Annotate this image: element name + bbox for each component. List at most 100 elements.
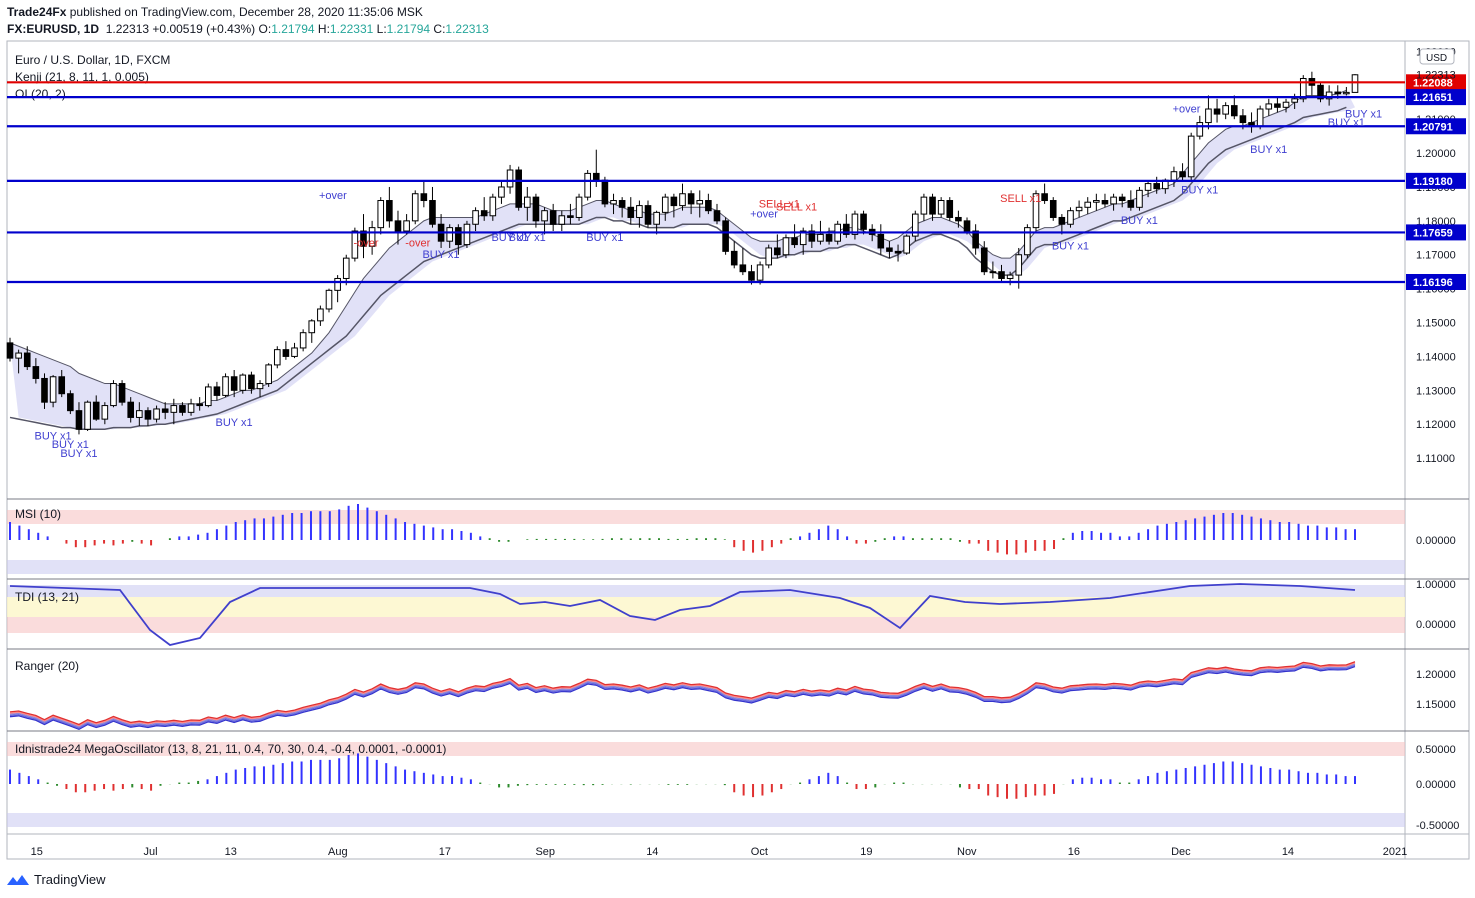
candle-body [506,169,514,188]
signal-label: BUY x1 [1052,241,1089,253]
candle-body [774,247,781,256]
candle-body [472,210,479,225]
candle-body [480,210,488,217]
candle-body [1343,91,1350,95]
candle-body [1101,200,1109,205]
signal-label: -over [353,237,378,249]
level-label: 1.21651 [1413,92,1453,104]
last-price-tick: 1.22313 [1416,70,1456,82]
candle-body [558,215,566,225]
candle-body [377,200,385,229]
candle-body [1118,196,1126,202]
signal-label: +over [1173,103,1201,115]
candle-body [429,200,436,225]
candle-body [1006,274,1014,279]
candle-body [179,405,186,413]
time-tick: Dec [1171,846,1191,858]
candle-body [653,211,660,225]
candle-body [1093,200,1100,203]
low-label: L: [376,22,387,36]
time-tick: 14 [1282,846,1294,858]
candle-body [334,277,341,291]
candle-body [1239,115,1247,124]
kenji-upper-line [9,89,1347,405]
kenji-band [10,90,1355,430]
candle-body [575,196,583,218]
candle-body [153,408,160,420]
candle-body [739,264,747,273]
time-tick: Nov [957,846,977,858]
open-value: 1.21794 [271,22,315,36]
candle-body [110,383,117,407]
candle-body [127,401,135,418]
msi-title: MSI (10) [15,507,61,521]
candle-body [187,403,195,413]
candle-body [610,200,617,205]
candle-body [498,186,505,198]
high-label: H: [317,22,330,36]
candle-body [256,383,264,390]
candle-body [980,247,988,273]
candle-body [455,227,462,246]
candle-body [1136,189,1143,208]
candle-body [1015,254,1023,276]
candle-body [756,264,764,281]
level-label: 1.20791 [1413,121,1453,133]
candle-body [1187,135,1195,178]
candle-body [1205,108,1212,124]
candle-body [1084,201,1092,208]
candle-body [1041,193,1048,202]
msi-lower-zone [7,560,1405,574]
candle-body [84,401,91,430]
candle-body [41,377,48,403]
mega-tick: 0.50000 [1416,744,1456,756]
candle-body [1265,103,1273,110]
candle-body [489,196,497,217]
candle-body [222,376,229,396]
price-tick: 1.14000 [1416,351,1456,363]
tradingview-chart[interactable]: Euro / U.S. Dollar, 1D, FXCMKenji (21, 8… [0,40,1475,865]
candle-body [946,200,954,218]
candle-body [894,250,902,254]
change-value: +0.00519 (+0.43%) [152,22,256,36]
candle-body [998,271,1005,279]
candle-body [877,233,885,249]
candle-body [661,196,669,213]
high-value: 1.22331 [329,22,374,36]
ranger-tick: 1.15000 [1416,699,1456,711]
candle-body [1170,171,1178,181]
candle-body [791,237,798,246]
candle-body [584,172,591,198]
candle-body [463,223,471,246]
last-price: 1.22313 [105,22,150,36]
candle-body [782,237,790,256]
candle-body [15,352,22,359]
candle-body [1153,183,1161,190]
candle-body [644,205,652,225]
candle-body [1179,171,1186,178]
candle-body [265,364,272,385]
ranger-title: Ranger (20) [15,659,79,673]
candle-body [963,220,971,232]
tradingview-logo-icon [7,873,29,887]
ranger-line [9,662,1356,727]
signal-label: BUY x1 [422,249,459,261]
candle-body [403,220,410,232]
candle-body [679,193,686,207]
time-tick: 16 [1068,846,1080,858]
candle-body [1282,101,1290,108]
ranger-tick: 1.20000 [1416,669,1456,681]
signal-label: SELL x1 [776,202,817,214]
candle-body [817,233,824,242]
candle-body [1058,216,1066,225]
indicator-legend-1: OI (20, 2) [15,87,66,101]
signal-label: BUY x1 [1345,108,1382,120]
signal-label: +over [319,190,347,202]
candle-body [170,405,178,413]
candle-body [532,196,540,222]
price-tick: 1.13000 [1416,385,1456,397]
candle-body [101,405,109,420]
candle-body [420,193,428,202]
published-text: published on TradingView.com, December 2… [69,5,423,19]
candle-body [524,196,531,208]
